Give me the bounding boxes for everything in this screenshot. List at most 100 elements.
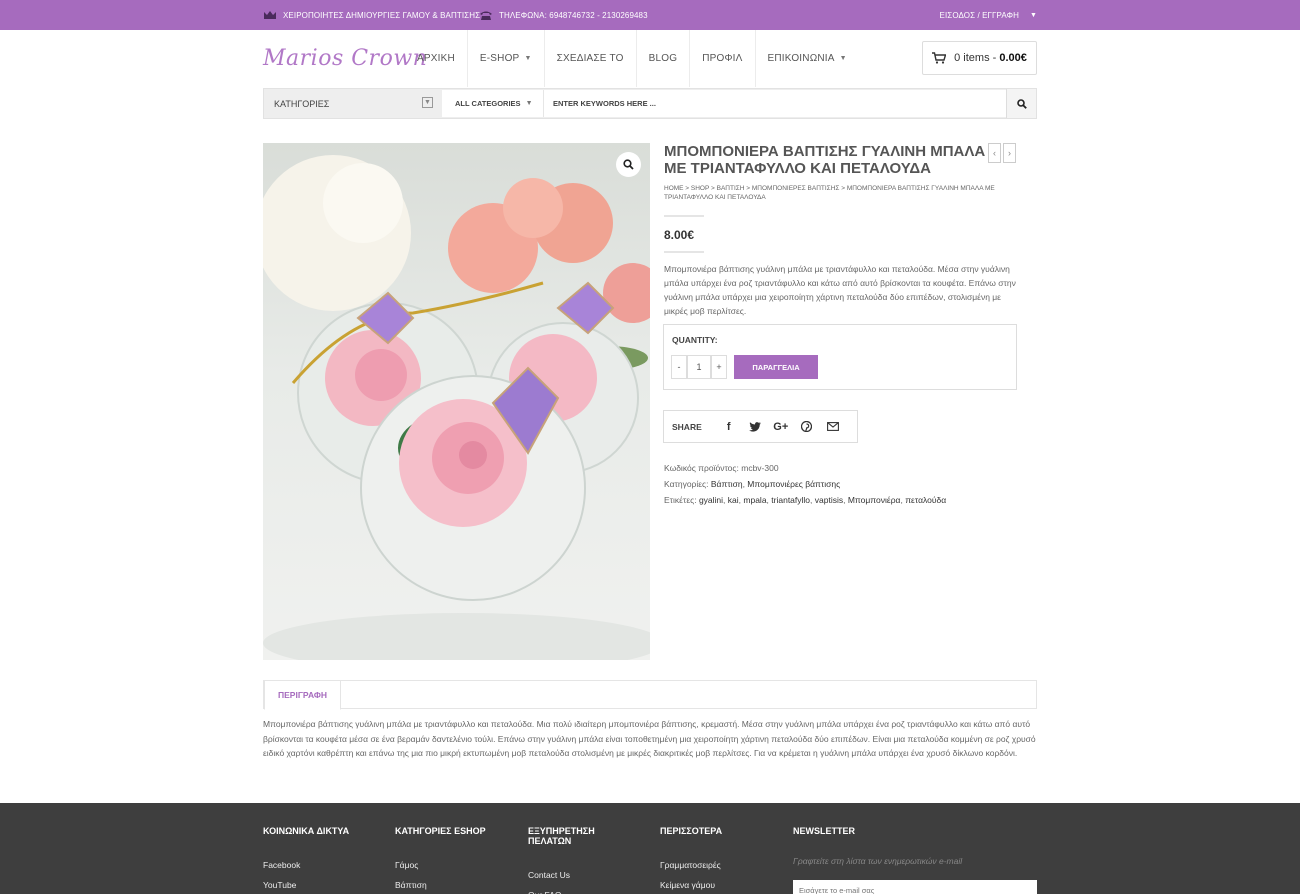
tag-link[interactable]: gyalini	[699, 495, 723, 505]
category-link[interactable]: Βάπτιση	[711, 479, 743, 489]
short-description: Μπομπονιέρα βάπτισης γυάλινη μπάλα με τρ…	[664, 264, 1016, 316]
tag-link[interactable]: triantafyllo	[771, 495, 810, 505]
category-link[interactable]: Μπομπονιέρες βάπτισης	[747, 479, 840, 489]
footer-eshop-title: ΚΑΤΗΓΟΡΙΕΣ ESHOP	[395, 826, 486, 836]
pinterest-icon[interactable]	[794, 421, 820, 432]
tab-description[interactable]: ΠΕΡΙΓΡΑΦΗ	[264, 680, 341, 710]
search-icon	[1016, 98, 1027, 109]
product-title: ΜΠΟΜΠΟΝΙΕΡΑ ΒΑΠΤΙΣΗΣ ΓΥΑΛΙΝΗ ΜΠΑΛΑ ΜΕ ΤΡ…	[664, 143, 986, 177]
quantity-minus-button[interactable]: -	[671, 355, 687, 379]
footer	[0, 803, 1300, 894]
chevron-down-icon: ▼	[525, 100, 533, 107]
product-price: 8.00€	[664, 228, 695, 242]
footer-social-title: ΚΟΙΝΩΝΙΚΑ ΔΙΚΤΥΑ	[263, 826, 350, 836]
footer-link-wedding[interactable]: Γάμος	[395, 855, 490, 875]
site-logo[interactable]: Marios Crown	[263, 46, 427, 71]
share-box: SHARE f G+	[663, 410, 858, 443]
newsletter-text: Γραφτείτε στη λίστα των ενημερωτικών e-m…	[793, 856, 963, 866]
quantity-label: QUANTITY:	[672, 335, 718, 345]
categories-row: Κατηγορίες: Βάπτιση, Μπομπονιέρες βάπτισ…	[664, 479, 841, 489]
divider	[664, 251, 704, 253]
email-icon[interactable]	[820, 422, 846, 431]
search-button[interactable]	[1006, 89, 1036, 118]
tag-link[interactable]: kai	[728, 495, 739, 505]
cart-sep: -	[989, 52, 1000, 64]
cart-icon	[932, 52, 947, 64]
tag-link[interactable]: πεταλούδα	[905, 495, 946, 505]
product-pager: ‹ ›	[988, 143, 1018, 163]
prev-product-button[interactable]: ‹	[988, 143, 1001, 163]
magnifier-icon	[623, 159, 634, 170]
facebook-icon[interactable]: f	[716, 421, 742, 433]
all-categories-label: ALL CATEGORIES	[455, 99, 521, 108]
all-categories-select[interactable]: ALL CATEGORIES ▼	[442, 90, 544, 117]
nav-home-label: ΑΡΧΙΚΗ	[417, 53, 455, 64]
cart-total: 0.00€	[999, 52, 1027, 64]
nav-design-label: ΣΧΕΔΙΑΣΕ ΤΟ	[556, 53, 624, 64]
nav-profile-label: ΠΡΟΦΙΛ	[702, 53, 743, 64]
nav-eshop[interactable]: E-SHOP ▼	[468, 30, 545, 87]
breadcrumb[interactable]: HOME > SHOP > ΒΑΠΤΙΣΗ > ΜΠΟΜΠΟΝΙΕΡΕΣ ΒΑΠ…	[664, 184, 1024, 202]
product-photo	[263, 155, 650, 660]
next-product-button[interactable]: ›	[1003, 143, 1016, 163]
long-description: Μπομπονιέρα βάπτισης γυάλινη μπάλα με τρ…	[263, 719, 1036, 758]
nav-blog[interactable]: BLOG	[637, 30, 691, 87]
footer-newsletter: NEWSLETTER Γραφτείτε στη λίστα των ενημε…	[793, 826, 962, 866]
toggle-icon: ▼	[422, 97, 433, 108]
footer-service: ΕΞΥΠΗΡΕΤΗΣΗ ΠΕΛΑΤΩΝ Contact Us Our FAQ	[528, 826, 623, 894]
footer-link-baptism[interactable]: Βάπτιση	[395, 875, 490, 894]
footer-link-youtube[interactable]: YouTube	[263, 875, 358, 894]
quantity-plus-button[interactable]: +	[711, 355, 727, 379]
footer-link-fonts[interactable]: Γραμματοσειρές	[660, 855, 755, 875]
product-tabs: ΠΕΡΙΓΡΑΦΗ	[263, 680, 1037, 710]
categories-label: ΚΑΤΗΓΟΡΙΕΣ	[274, 98, 330, 109]
product-meta: Κωδικός προϊόντος: mcbv-300 Κατηγορίες: …	[664, 460, 1024, 508]
footer-link-contact[interactable]: Contact Us	[528, 865, 623, 885]
search-bar: ΚΑΤΗΓΟΡΙΕΣ ▼ ALL CATEGORIES ▼	[263, 88, 1037, 119]
nav-contact[interactable]: ΕΠΙΚΟΙΝΩΝΙΑ ▼	[756, 30, 859, 87]
nav-profile[interactable]: ΠΡΟΦΙΛ	[690, 30, 756, 87]
share-label: SHARE	[672, 421, 702, 432]
product-image[interactable]	[263, 143, 650, 660]
nav-home[interactable]: ΑΡΧΙΚΗ	[405, 30, 468, 87]
footer-newsletter-title: NEWSLETTER	[793, 826, 855, 836]
categories-menu[interactable]: ΚΑΤΗΓΟΡΙΕΣ ▼	[264, 89, 441, 118]
chevron-down-icon: ▼	[524, 55, 532, 62]
footer-social: ΚΟΙΝΩΝΙΚΑ ΔΙΚΤΥΑ Facebook YouTube	[263, 826, 358, 894]
tag-link[interactable]: mpala	[743, 495, 766, 505]
order-button[interactable]: ΠΑΡΑΓΓΕΛΙΑ	[734, 355, 818, 379]
cart-summary: 0 items - 0.00€	[954, 52, 1027, 64]
newsletter-email-input[interactable]	[793, 880, 1037, 894]
tag-link[interactable]: vaptisis	[815, 495, 843, 505]
divider	[664, 215, 704, 217]
footer-eshop: ΚΑΤΗΓΟΡΙΕΣ ESHOP Γάμος Βάπτιση	[395, 826, 490, 894]
header: Marios Crown ΑΡΧΙΚΗ E-SHOP ▼ ΣΧΕΔΙΑΣΕ ΤΟ …	[263, 0, 1037, 120]
zoom-button[interactable]	[616, 152, 641, 177]
sku-row: Κωδικός προϊόντος: mcbv-300	[664, 460, 1024, 476]
quantity-stepper: - +	[671, 355, 727, 379]
nav-design[interactable]: ΣΧΕΔΙΑΣΕ ΤΟ	[545, 30, 637, 87]
footer-service-title: ΕΞΥΠΗΡΕΤΗΣΗ ΠΕΛΑΤΩΝ	[528, 826, 595, 846]
google-plus-icon[interactable]: G+	[768, 421, 794, 433]
cart-button[interactable]: 0 items - 0.00€	[922, 41, 1037, 75]
tags-label: Ετικέτες:	[664, 495, 697, 505]
footer-more: ΠΕΡΙΣΣΟΤΕΡΑ Γραμματοσειρές Κείμενα γάμου	[660, 826, 755, 894]
footer-more-title: ΠΕΡΙΣΣΟΤΕΡΑ	[660, 826, 723, 836]
footer-link-facebook[interactable]: Facebook	[263, 855, 358, 875]
sku-value: mcbv-300	[741, 463, 779, 473]
nav-blog-label: BLOG	[648, 53, 678, 64]
search-input[interactable]	[544, 90, 1007, 117]
footer-link-faq[interactable]: Our FAQ	[528, 885, 623, 894]
quantity-input[interactable]	[687, 355, 711, 379]
tag-link[interactable]: Μπομπονιέρα	[848, 495, 901, 505]
sku-label: Κωδικός προϊόντος:	[664, 463, 739, 473]
footer-link-wedding-texts[interactable]: Κείμενα γάμου	[660, 875, 755, 894]
add-to-cart-box: QUANTITY: - + ΠΑΡΑΓΓΕΛΙΑ	[663, 324, 1017, 390]
chevron-down-icon: ▼	[839, 55, 847, 62]
categories-row-label: Κατηγορίες:	[664, 479, 709, 489]
cart-items: 0 items	[954, 52, 990, 64]
tags-row: Ετικέτες: gyalini, kai, mpala, triantafy…	[664, 495, 947, 505]
twitter-icon[interactable]	[742, 421, 768, 432]
nav-contact-label: ΕΠΙΚΟΙΝΩΝΙΑ	[767, 53, 835, 64]
main-nav: ΑΡΧΙΚΗ E-SHOP ▼ ΣΧΕΔΙΑΣΕ ΤΟ BLOG ΠΡΟΦΙΛ Ε…	[405, 30, 859, 87]
